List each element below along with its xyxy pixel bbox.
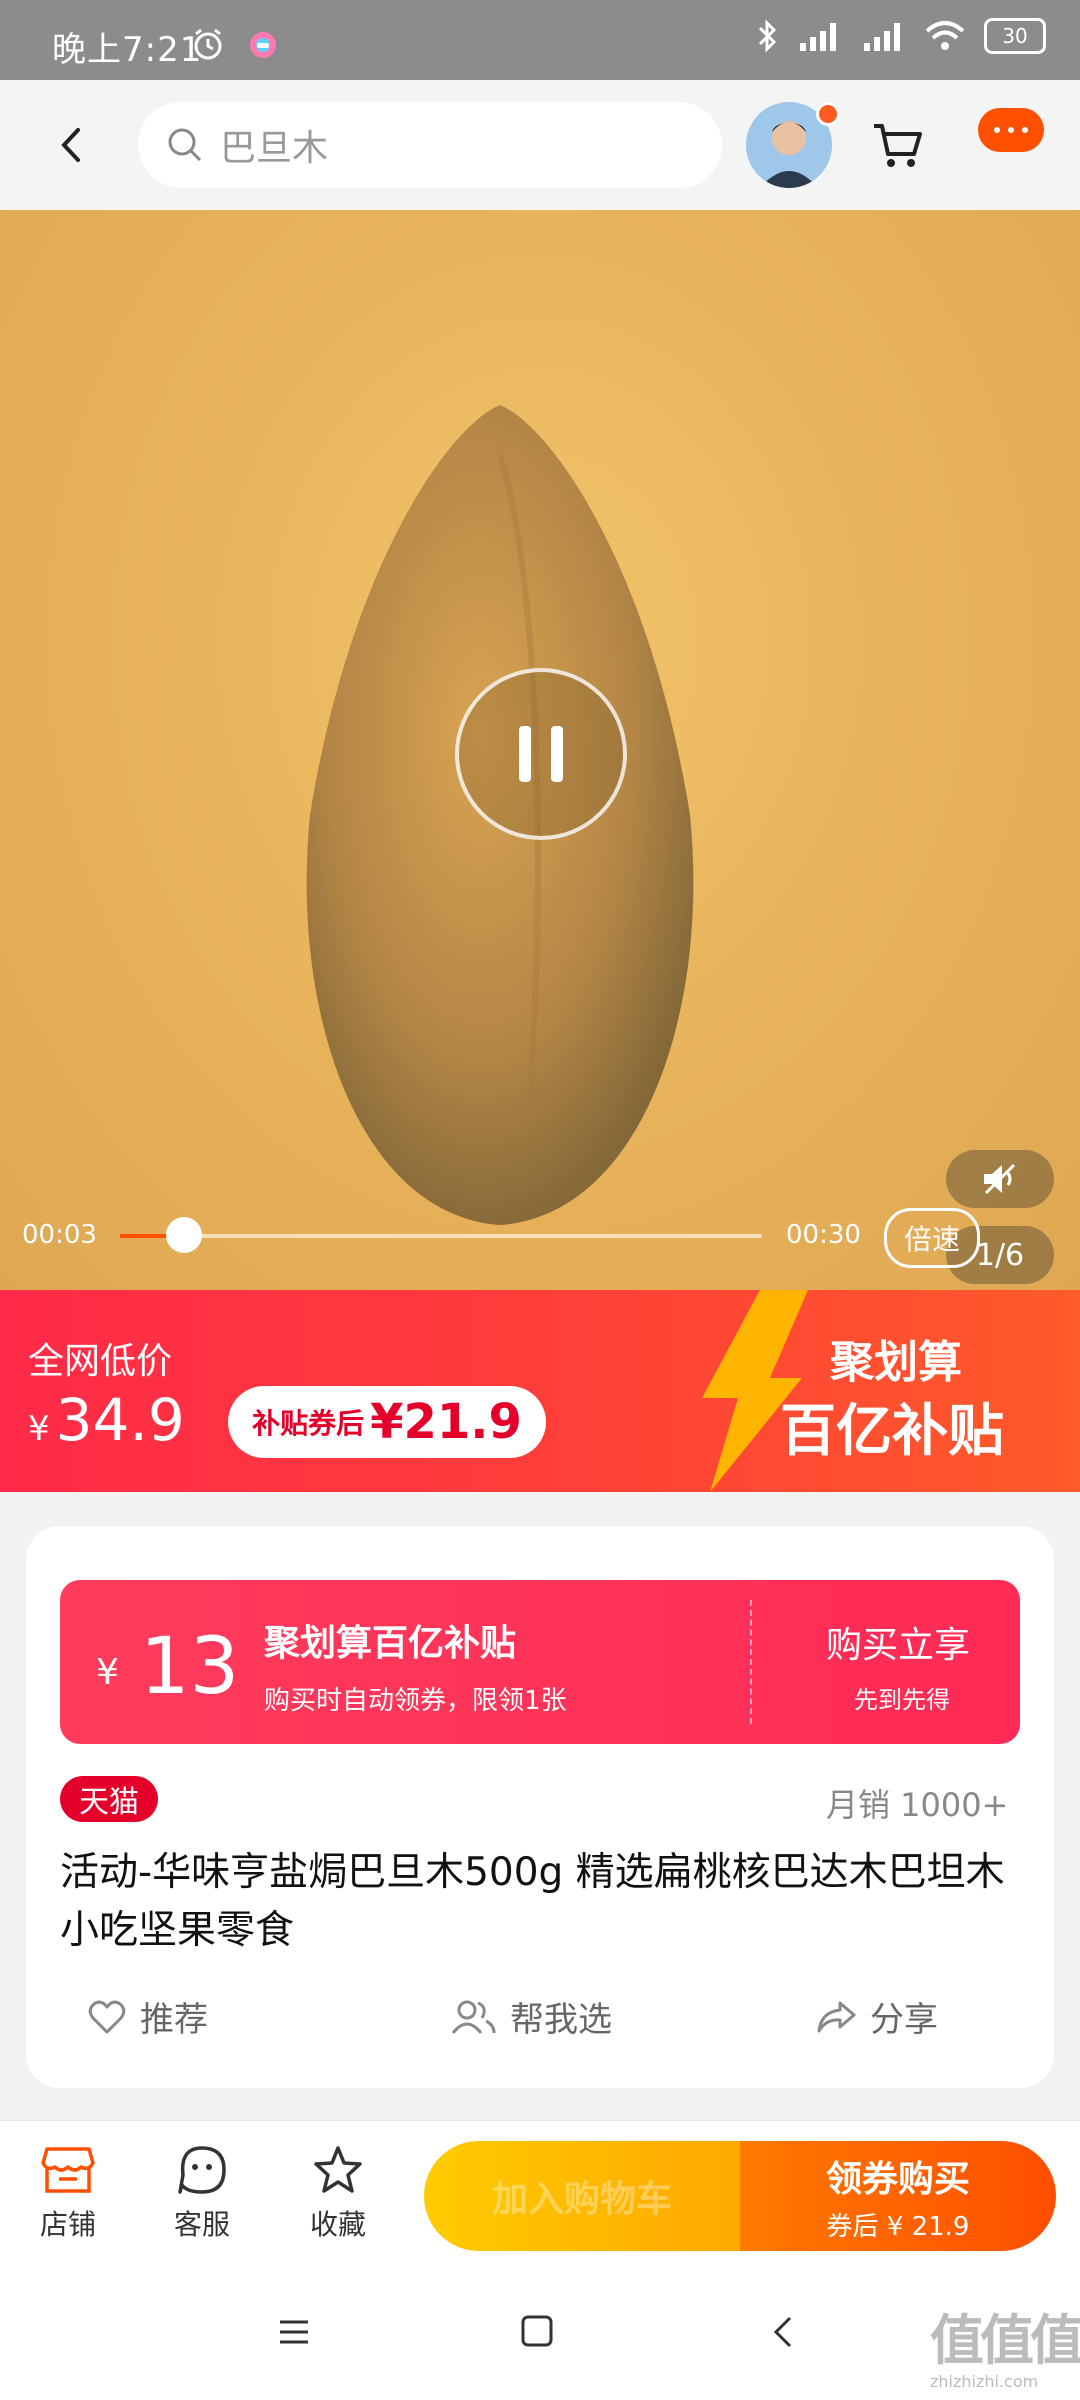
coupon-amount: 13 [140, 1622, 240, 1712]
price-banner: 全网低价 ¥34.9 补贴券后 ¥21.9 聚划算 百亿补贴 [0, 1290, 1080, 1492]
customer-service-button[interactable]: 客服 [152, 2145, 252, 2243]
signal-icon [800, 23, 836, 51]
coupon-currency: ¥ [96, 1652, 119, 1693]
favorite-label: 收藏 [309, 2208, 366, 2241]
share-label: 分享 [870, 2000, 938, 2040]
share-button[interactable]: 分享 [816, 1992, 938, 2041]
original-price: ¥34.9 [28, 1386, 185, 1454]
subsidy-brand: 百亿补贴 [780, 1399, 1004, 1464]
bottom-action-bar: 店铺 客服 收藏 加入购物车 领券购买 券后 ¥ 21.9 [0, 2120, 1080, 2271]
more-dots-icon [994, 127, 1028, 133]
signal-2-icon [864, 23, 900, 51]
watermark-logo: 值值值 [930, 2309, 1080, 2372]
video-controls: 00:03 00:30 倍速 [0, 1200, 1080, 1290]
video-current-time: 00:03 [22, 1220, 97, 1250]
battery-icon: 30 [984, 18, 1046, 54]
search-bar[interactable] [138, 102, 722, 188]
wifi-icon [925, 21, 965, 50]
store-button[interactable]: 店铺 [18, 2145, 118, 2243]
recommend-label: 推荐 [140, 2000, 208, 2040]
playback-speed-button[interactable]: 倍速 [884, 1208, 980, 1268]
product-info-card: ¥ 13 聚划算百亿补贴 购买时自动领券，限领1张 购买立享 先到先得 天猫 月… [26, 1526, 1054, 2088]
recommend-button[interactable]: 推荐 [88, 1992, 208, 2041]
monthly-sales: 月销 1000+ [826, 1786, 1009, 1824]
status-icons: 30 [756, 18, 1046, 54]
lowest-price-label: 全网低价 [28, 1341, 173, 1382]
chat-face-icon [178, 2146, 226, 2194]
game-app-icon [250, 32, 276, 58]
buy-sub-label: 券后 ¥ 21.9 [826, 2211, 970, 2242]
menu-icon[interactable] [276, 2314, 312, 2350]
coupon-divider [750, 1600, 752, 1724]
search-icon [168, 128, 202, 162]
coupon-note: 先到先得 [854, 1686, 950, 1714]
pause-button[interactable] [455, 668, 627, 840]
alarm-icon [194, 28, 222, 60]
home-icon[interactable] [520, 2314, 554, 2348]
product-actions: 推荐 帮我选 分享 [26, 1992, 1054, 2052]
battery-level: 30 [1002, 24, 1028, 48]
coupon-price-label: 补贴券后 [252, 1407, 365, 1440]
people-icon [451, 2000, 496, 2034]
pause-bar-right [551, 726, 563, 782]
system-nav-bar [0, 2270, 1080, 2400]
buy-label: 领券购买 [825, 2158, 970, 2200]
search-input[interactable] [218, 123, 672, 167]
status-bar: 晚上7:21 30 [0, 0, 1080, 80]
coupon-action[interactable]: 购买立享 [826, 1616, 970, 1668]
bluetooth-icon [758, 19, 777, 53]
watermark-url: zhizhizhi.com [930, 2372, 1039, 2391]
cart-icon[interactable] [870, 118, 924, 172]
buy-with-coupon-button[interactable]: 领券购买 券后 ¥ 21.9 [740, 2141, 1056, 2251]
video-progress-thumb[interactable] [166, 1217, 203, 1253]
pause-bar-left [519, 726, 531, 782]
back-nav-icon[interactable] [770, 2314, 798, 2350]
add-to-cart-button[interactable]: 加入购物车 [424, 2141, 740, 2251]
heart-icon [88, 2000, 126, 2033]
coupon-title: 聚划算百亿补贴 [264, 1623, 517, 1664]
coupon-price-pill: 补贴券后 ¥21.9 [228, 1386, 546, 1458]
mute-icon [984, 1163, 1016, 1195]
video-total-time: 00:30 [786, 1220, 861, 1250]
service-label: 客服 [173, 2208, 230, 2241]
notification-dot [816, 102, 840, 126]
video-progress-bar[interactable] [120, 1217, 762, 1253]
juhuasuan-brand: 聚划算 [830, 1337, 962, 1388]
more-menu-button[interactable] [978, 108, 1044, 152]
tmall-badge: 天猫 [60, 1776, 158, 1822]
coupon-banner[interactable]: ¥ 13 聚划算百亿补贴 购买时自动领券，限领1张 购买立享 先到先得 [60, 1580, 1020, 1744]
product-title: 活动-华味亨盐焗巴旦木500g 精选扁桃核巴达木巴坦木小吃坚果零食 [60, 1850, 1005, 1953]
back-icon[interactable] [52, 120, 92, 170]
share-icon [817, 2001, 856, 2032]
star-icon [314, 2146, 362, 2193]
help-choose-button[interactable]: 帮我选 [450, 1992, 612, 2041]
status-time: 晚上7:21 [52, 30, 203, 70]
app-bar [0, 80, 1080, 210]
store-icon [41, 2147, 95, 2193]
product-video[interactable]: 1/6 00:03 00:30 倍速 [0, 210, 1080, 1290]
coupon-price-value: ¥21.9 [370, 1394, 522, 1450]
help-choose-label: 帮我选 [510, 2000, 612, 2040]
favorite-button[interactable]: 收藏 [288, 2145, 388, 2243]
store-label: 店铺 [39, 2208, 96, 2241]
coupon-subtitle: 购买时自动领券，限领1张 [264, 1686, 567, 1716]
